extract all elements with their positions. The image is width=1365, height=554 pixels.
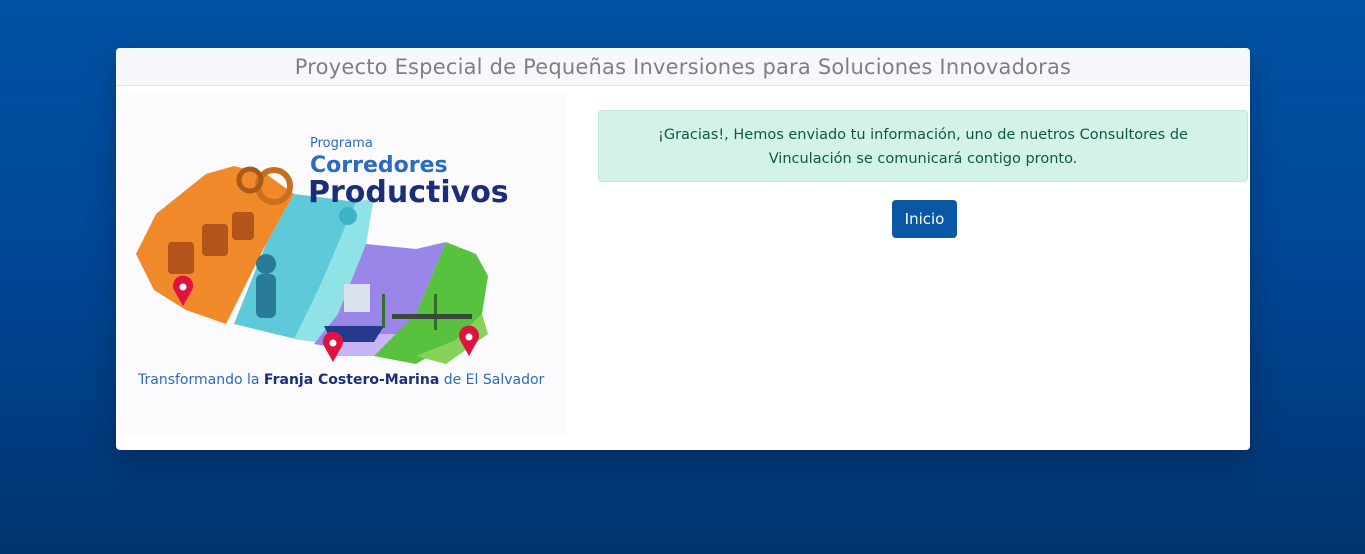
- logo-tagline: Transformando la Franja Costero-Marina d…: [137, 372, 545, 388]
- program-logo: Programa Corredores Productivos Transfor…: [116, 94, 566, 434]
- content-card: Proyecto Especial de Pequeñas Inversione…: [116, 48, 1250, 450]
- card-header: Proyecto Especial de Pequeñas Inversione…: [116, 48, 1250, 86]
- home-button[interactable]: Inicio: [892, 200, 957, 238]
- logo-name-line2: Productivos: [308, 175, 509, 210]
- logo-program-label: Programa: [310, 136, 373, 151]
- program-logo-illustration: Programa Corredores Productivos Transfor…: [136, 136, 545, 388]
- success-alert: ¡Gracias!, Hemos enviado tu información,…: [598, 110, 1248, 182]
- page-title: Proyecto Especial de Pequeñas Inversione…: [294, 54, 1072, 79]
